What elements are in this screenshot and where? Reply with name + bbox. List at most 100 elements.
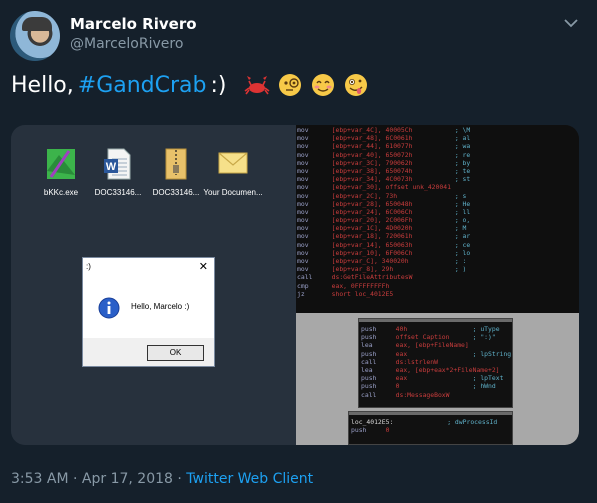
separator: · <box>177 471 182 487</box>
asm-mnemonic: call <box>361 390 377 399</box>
asm-operand: [ebp+var_24], 6C006Ch <box>331 207 413 216</box>
asm-mnemonic: push <box>361 374 377 383</box>
asm-line: push 0 <box>351 426 512 434</box>
asm-operand: [ebp+var_48], 6C0061h <box>331 134 413 143</box>
asm-comment: ; st <box>454 175 471 184</box>
asm-comment: ; ar <box>454 232 471 241</box>
chevron-down-icon[interactable] <box>562 14 580 32</box>
asm-comment: ; ll <box>454 207 471 216</box>
asm-line: mov [ebp+var_40], 650072h ; re <box>297 151 579 159</box>
exe-icon <box>47 149 75 179</box>
asm-mnemonic: mov <box>297 158 309 167</box>
tweet-media[interactable]: bKKc.exe W DOC33146... DOC33146... Your … <box>11 125 579 445</box>
asm-mnemonic: mov <box>297 248 309 257</box>
tweet-time[interactable]: 3:53 AM <box>11 471 69 487</box>
asm-line: jz short loc_4012E5 <box>297 290 579 298</box>
asm-comment: ; uType <box>472 325 500 333</box>
asm-line: mov [ebp+var_18], 720061h ; ar <box>297 232 579 240</box>
asm-mnemonic: call <box>361 357 377 366</box>
hashtag-link[interactable]: #GandCrab <box>78 73 207 98</box>
disassembly-screenshot: mov [ebp+var_4C], 40005Ch ; \M mov [ebp+var_… <box>296 125 579 445</box>
asm-line: mov [ebp+var_10], 6F006Ch ; lo <box>297 249 579 257</box>
asm-line: mov [ebp+var_34], 4C0073h ; st <box>297 175 579 183</box>
zip-folder-icon <box>165 148 187 180</box>
asm-mnemonic: cmp <box>297 281 309 290</box>
asm-operand: [ebp+var_40], 650072h <box>331 150 413 159</box>
asm-comment: ; te <box>454 166 471 175</box>
author-name[interactable]: Marcelo Rivero <box>70 15 197 33</box>
asm-mnemonic: mov <box>297 175 309 184</box>
dialog-title: :) <box>86 262 91 271</box>
asm-mnemonic: mov <box>297 216 309 225</box>
disassembly-graph-area: push 40h; uType push offset Caption; ":)" le… <box>296 313 579 445</box>
asm-operand: [ebp+var_38], 650074h <box>331 166 413 175</box>
asm-comment: ; s <box>454 191 467 200</box>
asm-mnemonic: push <box>351 426 367 435</box>
asm-operand: eax, [ebp+FileName] <box>395 341 469 350</box>
asm-comment: ; al <box>454 134 471 143</box>
desktop-icon-exe: bKKc.exe <box>31 147 91 198</box>
asm-comment: ; dwProcessId <box>447 418 498 426</box>
tweet-text: Hello, #GandCrab :) <box>11 72 369 98</box>
asm-mnemonic: mov <box>297 207 309 216</box>
desktop-icon-label: DOC33146... <box>152 188 200 197</box>
asm-comment: ; ":)" <box>472 333 496 342</box>
asm-comment: ; ce <box>454 240 471 249</box>
asm-line: mov [ebp+var_48], 6C0061h ; al <box>297 134 579 142</box>
asm-line: loc_4012E5: ; dwProcessId <box>351 418 512 426</box>
asm-operand: [ebp+var_3C], 790062h <box>331 158 413 167</box>
asm-mnemonic: mov <box>297 191 309 200</box>
asm-line: mov [ebp+var_2C], 73h ; s <box>297 192 579 200</box>
asm-comment: ; wa <box>454 142 471 151</box>
asm-operand: [ebp+var_30], offset unk_420041 <box>331 183 451 192</box>
asm-operand: eax, 0FFFFFFFFh <box>331 281 390 290</box>
asm-mnemonic: mov <box>297 224 309 233</box>
zany-face-emoji <box>344 74 367 96</box>
asm-operand: [ebp+var_20], 2C006Fh <box>331 216 413 225</box>
asm-mnemonic: mov <box>297 265 309 274</box>
asm-line: mov [ebp+var_44], 610077h ; wa <box>297 142 579 150</box>
desktop-icon-label: DOC33146... <box>94 188 142 197</box>
asm-line: call ds:lstrlenW <box>361 358 512 366</box>
asm-mnemonic: call <box>297 273 313 282</box>
dialog-body: Hello, Marcelo :) <box>83 277 214 337</box>
tweet-client-link[interactable]: Twitter Web Client <box>186 471 313 487</box>
asm-operand: ds:lstrlenW <box>395 357 438 366</box>
asm-operand: 0 <box>385 426 390 435</box>
avatar[interactable] <box>10 11 60 61</box>
asm-operand: ds:MessageBoxW <box>395 390 450 399</box>
asm-operand: [ebp+var_34], 4C0073h <box>331 175 413 184</box>
author-handle[interactable]: @MarceloRivero <box>70 36 183 52</box>
asm-comment: ; hWnd <box>472 382 496 391</box>
asm-line: mov [ebp+var_24], 6C006Ch ; ll <box>297 208 579 216</box>
monocle-face-emoji <box>278 74 301 96</box>
asm-mnemonic: jz <box>297 289 305 298</box>
smiling-face-emoji <box>311 74 334 96</box>
info-icon <box>98 297 120 319</box>
asm-line: mov [ebp+var_28], 650048h ; He <box>297 200 579 208</box>
desktop-icon-envelope: Your Documen... <box>203 147 263 198</box>
asm-line: call ds:GetFileAttributesW <box>297 273 579 281</box>
asm-comment: ; \M <box>454 126 471 134</box>
asm-operand: [ebp+var_44], 610077h <box>331 142 413 151</box>
asm-mnemonic: push <box>361 333 377 342</box>
asm-line: lea eax, [ebp+eax*2+FileName+2] <box>361 366 512 374</box>
asm-mnemonic: push <box>361 325 377 333</box>
separator: · <box>73 471 78 487</box>
ok-button[interactable]: OK <box>147 345 204 361</box>
asm-comment: ; lpText <box>472 374 504 383</box>
dialog-titlebar: :) ✕ <box>83 258 214 276</box>
disassembly-main-listing: mov [ebp+var_4C], 40005Ch ; \M mov [ebp+var_… <box>296 125 579 313</box>
close-icon[interactable]: ✕ <box>199 260 208 273</box>
asm-operand: [ebp+var_10], 6F006Ch <box>331 248 413 257</box>
asm-operand: eax, [ebp+eax*2+FileName+2] <box>395 365 500 374</box>
asm-mnemonic: mov <box>297 166 309 175</box>
asm-comment: ; : <box>454 257 467 265</box>
asm-comment: ; He <box>454 199 471 208</box>
asm-operand: eax <box>395 349 408 358</box>
asm-line: mov [ebp+var_3C], 790062h ; by <box>297 159 579 167</box>
tweet-date[interactable]: Apr 17, 2018 <box>82 471 173 487</box>
desktop-icon-label: Your Documen... <box>203 188 263 197</box>
asm-operand: [ebp+var_8], 29h <box>331 265 394 274</box>
asm-line: push 40h ; uType <box>361 325 512 333</box>
